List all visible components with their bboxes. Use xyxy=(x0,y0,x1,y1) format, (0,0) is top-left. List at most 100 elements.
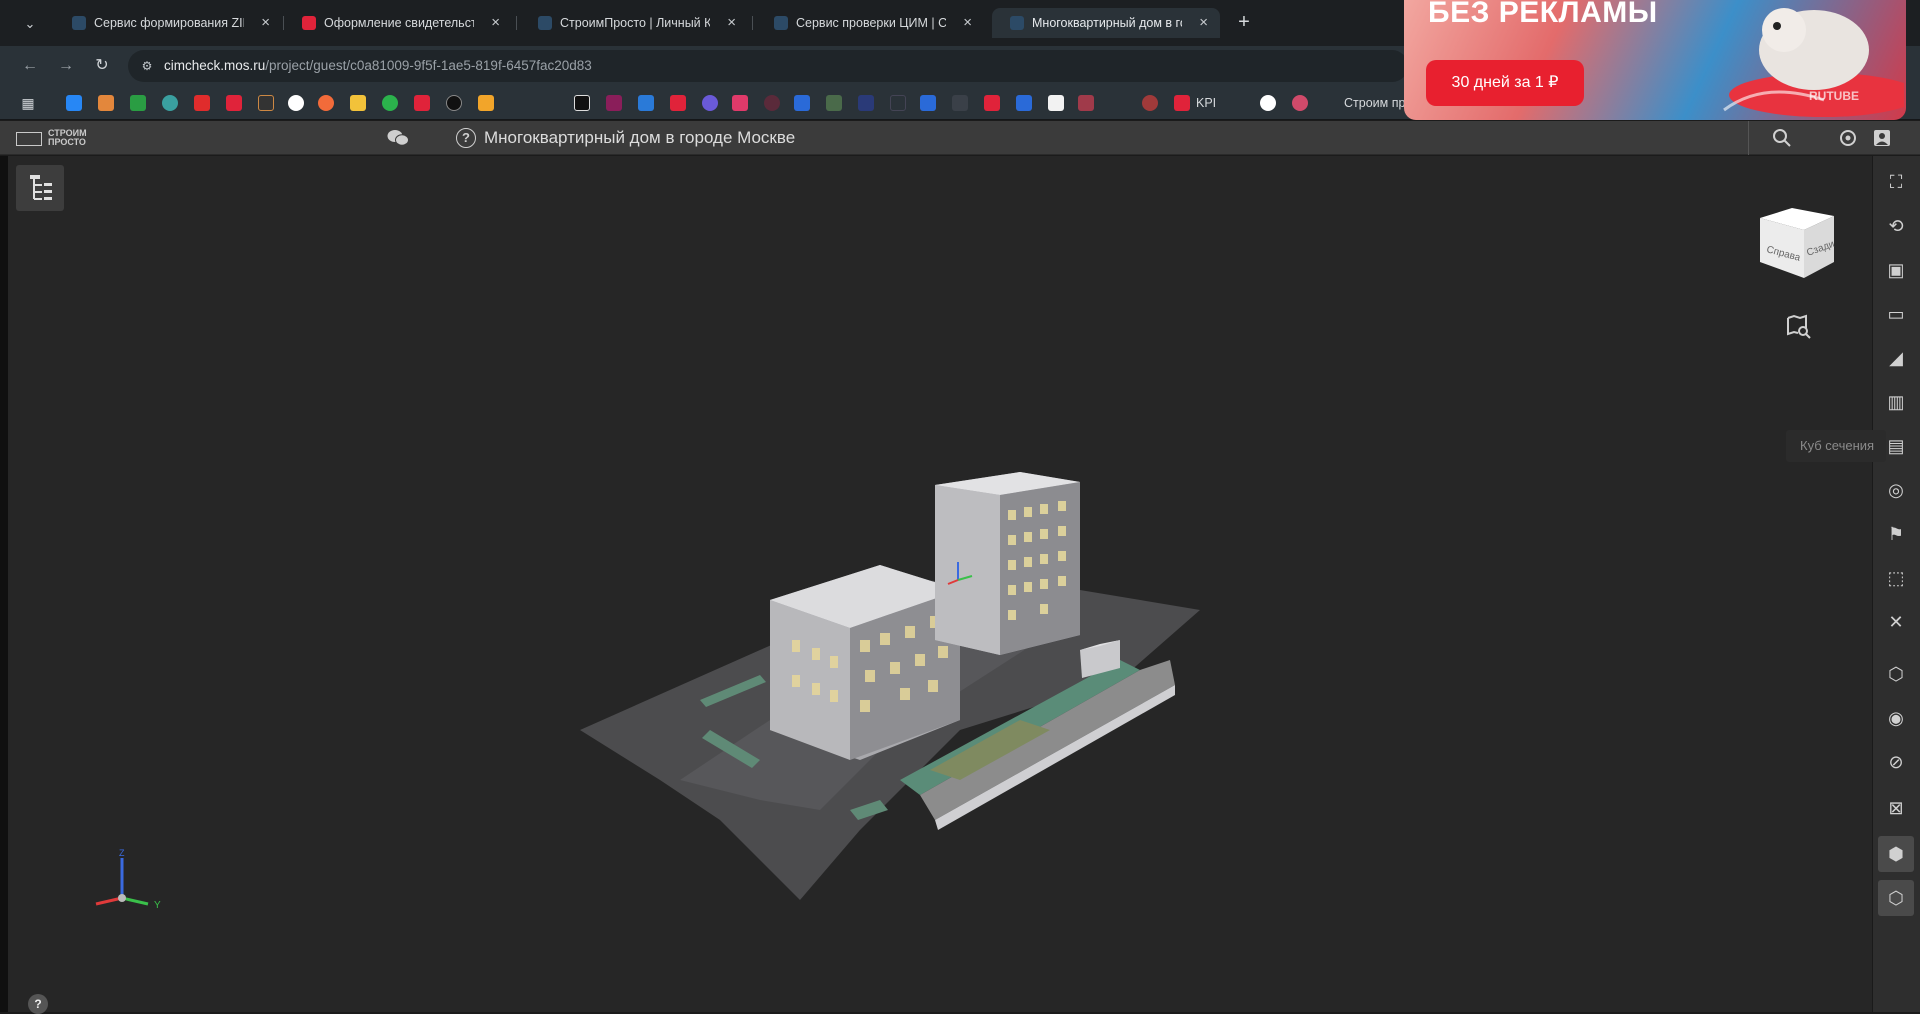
bookmark-icon[interactable] xyxy=(1142,95,1158,111)
book-icon[interactable]: ▥ xyxy=(1878,384,1914,420)
tab-close-icon[interactable]: × xyxy=(491,8,500,38)
tab-favicon-icon xyxy=(774,16,788,30)
bookmark-icon[interactable] xyxy=(826,95,842,111)
tooltip: Куб сечения xyxy=(1786,430,1886,462)
bookmark-icon[interactable] xyxy=(226,95,242,111)
bookmark-icon[interactable] xyxy=(890,95,906,111)
bookmark-icon[interactable] xyxy=(574,95,590,111)
select-box-icon[interactable]: ⬚ xyxy=(1878,560,1914,596)
url-domain: cimcheck.mos.ru xyxy=(164,58,266,73)
bookmark-icon[interactable] xyxy=(130,95,146,111)
browser-tab-cabinet[interactable]: СтроимПросто | Личный Каби × xyxy=(520,8,748,38)
tab-close-icon[interactable]: × xyxy=(1199,8,1208,38)
explode-icon[interactable]: ✕ xyxy=(1878,604,1914,640)
bookmark-icon[interactable] xyxy=(478,95,494,111)
ad-banner[interactable]: RUTUBE БЕЗ РЕКЛАМЫ 30 дней за 1 ₽ xyxy=(1404,0,1906,120)
bookmark-icon[interactable] xyxy=(446,95,462,111)
bookmark-icon[interactable] xyxy=(1016,95,1032,111)
bookmark-whatsapp-icon[interactable] xyxy=(382,95,398,111)
bookmark-icon[interactable] xyxy=(702,95,718,111)
bookmark-icon[interactable] xyxy=(414,95,430,111)
browser-tab-cim-check[interactable]: Сервис проверки ЦИМ | СТРС × xyxy=(756,8,984,38)
logo-mark-icon xyxy=(16,132,42,146)
clear-selection-icon[interactable]: ⊠ xyxy=(1878,790,1914,826)
show-icon[interactable]: ◉ xyxy=(1878,700,1914,736)
tab-close-icon[interactable]: × xyxy=(727,8,736,38)
bookmark-stroim[interactable]: Строим пр xyxy=(1344,95,1405,111)
bookmark-icon[interactable] xyxy=(1048,95,1064,111)
bookmark-icon[interactable] xyxy=(952,95,968,111)
browser-tab-project-active[interactable]: Многоквартирный дом в горо × xyxy=(992,8,1220,38)
bookmark-icon[interactable] xyxy=(542,95,558,111)
tab-search-dropdown-icon[interactable]: ⌄ xyxy=(18,12,42,36)
bookmark-icon[interactable] xyxy=(1078,95,1094,111)
bookmark-icon[interactable] xyxy=(510,95,526,111)
app-header: СТРОИМ ПРОСТО ? Многоквартирный дом в го… xyxy=(0,121,1920,155)
focus-frame-icon[interactable]: ⛶ xyxy=(1878,164,1914,200)
apps-grid-icon[interactable]: ▦ xyxy=(20,95,36,111)
rotate-orbit-icon[interactable]: ⟲ xyxy=(1878,208,1914,244)
tab-title: Многоквартирный дом в горо xyxy=(1032,16,1182,30)
zoom-window-icon[interactable]: ▣ xyxy=(1878,252,1914,288)
forward-arrow-icon[interactable]: → xyxy=(54,54,78,78)
search-icon[interactable] xyxy=(1772,128,1792,148)
header-divider xyxy=(1748,121,1749,155)
bookmark-icon[interactable] xyxy=(1260,95,1276,111)
back-arrow-icon[interactable]: ← xyxy=(18,54,42,78)
wireframe-view-icon[interactable]: ⬡ xyxy=(1878,880,1914,916)
bookmark-icon[interactable] xyxy=(732,95,748,111)
bookmark-icon[interactable] xyxy=(350,95,366,111)
isolate-icon[interactable]: ⬡ xyxy=(1878,656,1914,692)
bookmark-icon[interactable] xyxy=(258,95,274,111)
browser-tab-zip-service[interactable]: Сервис формирования ZIP ар × xyxy=(54,8,282,38)
bookmark-kpi[interactable]: KPI xyxy=(1196,95,1216,111)
bookmark-yandex-icon[interactable] xyxy=(318,95,334,111)
view-cube[interactable]: Справа Сзади xyxy=(1752,200,1842,290)
url-path: /project/guest/c0a81009-9f5f-1ae5-819f-6… xyxy=(265,58,592,73)
ad-cta-button[interactable]: 30 дней за 1 ₽ xyxy=(1426,60,1584,106)
address-bar[interactable]: ⚙ cimcheck.mos.ru/project/guest/c0a81009… xyxy=(128,50,1408,82)
viewport-left-edge xyxy=(0,156,8,1012)
solid-view-icon[interactable]: ⬢ xyxy=(1878,836,1914,872)
hide-icon[interactable]: ⊘ xyxy=(1878,744,1914,780)
model-tree-button[interactable] xyxy=(16,165,64,211)
ruler-icon[interactable]: ▭ xyxy=(1878,296,1914,332)
bookmark-google-icon[interactable] xyxy=(288,95,304,111)
settings-icon[interactable] xyxy=(1838,128,1858,148)
bookmark-icon[interactable] xyxy=(162,95,178,111)
stroim-prosto-logo[interactable]: СТРОИМ ПРОСТО xyxy=(16,128,96,148)
bookmark-icon[interactable] xyxy=(98,95,114,111)
reload-icon[interactable]: ↻ xyxy=(90,54,114,78)
axis-z-label: Z xyxy=(119,848,125,858)
bookmark-icon[interactable] xyxy=(1292,95,1308,111)
building-model-render[interactable] xyxy=(560,400,1220,900)
map-search-icon[interactable] xyxy=(1784,312,1812,340)
target-icon[interactable]: ◎ xyxy=(1878,472,1914,508)
bookmark-icon[interactable] xyxy=(1324,95,1340,111)
axis-y-label: Y xyxy=(154,900,161,911)
section-plane-icon[interactable]: ◢ xyxy=(1878,340,1914,376)
ad-illustration-icon: RUTUBE xyxy=(1723,8,1904,117)
bookmark-vk-icon[interactable] xyxy=(66,95,82,111)
flag-icon[interactable]: ⚑ xyxy=(1878,516,1914,552)
bookmark-icon[interactable] xyxy=(670,95,686,111)
bookmark-icon[interactable] xyxy=(920,95,936,111)
tab-close-icon[interactable]: × xyxy=(261,8,270,38)
chat-icon[interactable] xyxy=(387,129,409,147)
bookmark-icon[interactable] xyxy=(1110,95,1126,111)
browser-tab-certificate[interactable]: Оформление свидетельства о × xyxy=(284,8,512,38)
new-tab-button[interactable]: + xyxy=(1232,10,1256,34)
bookmark-icon[interactable] xyxy=(1174,95,1190,111)
bookmark-icon[interactable] xyxy=(764,95,780,111)
bookmark-icon[interactable] xyxy=(638,95,654,111)
bookmark-youtube-icon[interactable] xyxy=(194,95,210,111)
bookmark-icon[interactable] xyxy=(984,95,1000,111)
user-account-icon[interactable] xyxy=(1872,128,1892,148)
bookmark-icon[interactable] xyxy=(858,95,874,111)
bookmark-icon[interactable] xyxy=(606,95,622,111)
help-icon[interactable]: ? xyxy=(456,128,476,148)
site-settings-icon[interactable]: ⚙ xyxy=(138,57,156,75)
help-bottom-icon[interactable]: ? xyxy=(28,994,48,1014)
bookmark-icon[interactable] xyxy=(794,95,810,111)
tab-close-icon[interactable]: × xyxy=(963,8,972,38)
